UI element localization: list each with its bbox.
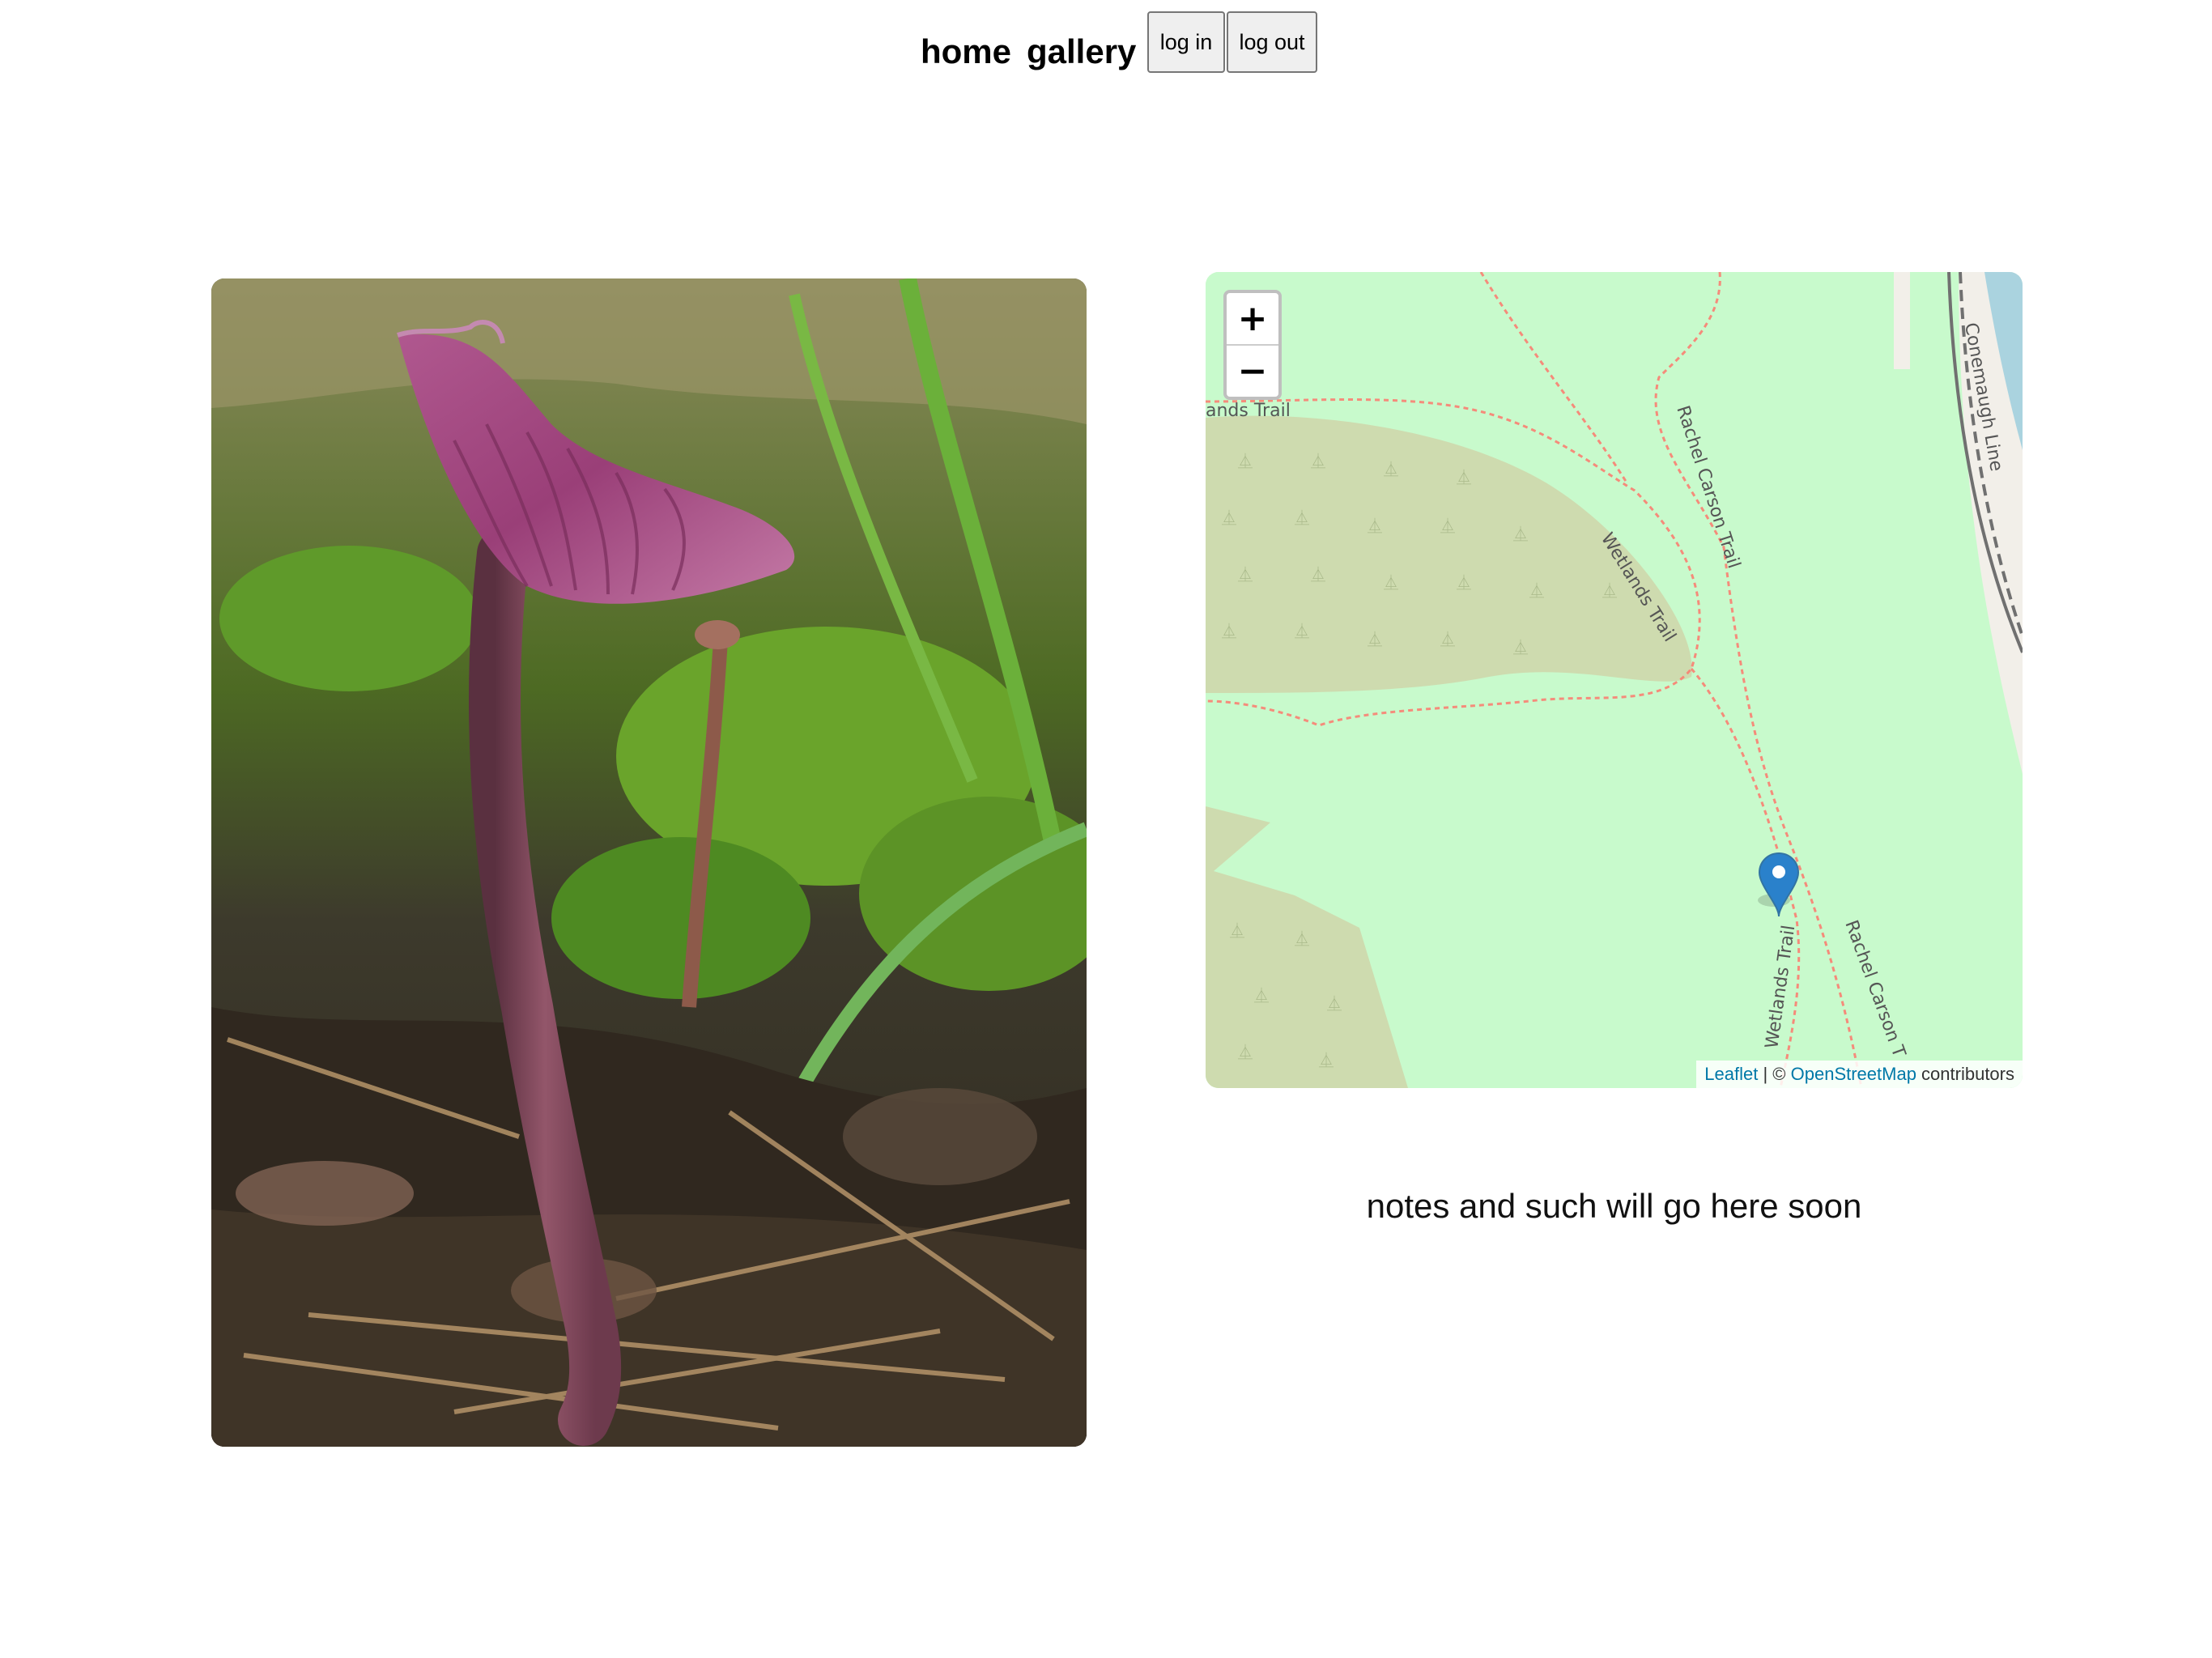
- attribution-separator: | ©: [1758, 1064, 1791, 1084]
- svg-text:⏅: ⏅: [1222, 509, 1236, 527]
- mushroom-photo: [211, 278, 1087, 1447]
- svg-text:⏅: ⏅: [1457, 574, 1471, 592]
- map-tiles[interactable]: ⏅ ⏅ ⏅ ⏅ ⏅ ⏅ ⏅ ⏅ ⏅ ⏅ ⏅ ⏅ ⏅ ⏅ ⏅ ⏅ ⏅ ⏅ ⏅ ⏅ ⏅ ⏅ ⏅ ⏅ ⏅ ⏅ ands Trai…: [1206, 272, 2023, 1088]
- svg-text:⏅: ⏅: [1384, 574, 1398, 592]
- svg-text:⏅: ⏅: [1368, 631, 1382, 648]
- svg-text:⏅: ⏅: [1513, 525, 1528, 543]
- map-label-top-left: ands Trail: [1206, 401, 1291, 421]
- zoom-control: + −: [1223, 290, 1282, 400]
- zoom-out-button[interactable]: −: [1227, 346, 1278, 397]
- map-attribution: Leaflet | © OpenStreetMap contributors: [1696, 1061, 2023, 1088]
- top-nav: home gallery log in log out: [0, 11, 2212, 76]
- svg-text:⏅: ⏅: [1222, 623, 1236, 640]
- mushroom-photo-image: [211, 278, 1087, 1447]
- svg-text:⏅: ⏅: [1440, 517, 1455, 535]
- zoom-in-button[interactable]: +: [1227, 293, 1278, 346]
- svg-text:⏅: ⏅: [1238, 566, 1253, 584]
- svg-text:⏅: ⏅: [1238, 453, 1253, 470]
- svg-text:⏅: ⏅: [1384, 461, 1398, 478]
- svg-text:⏅: ⏅: [1327, 995, 1342, 1013]
- svg-text:⏅: ⏅: [1254, 987, 1269, 1005]
- openstreetmap-link[interactable]: OpenStreetMap: [1791, 1064, 1916, 1084]
- svg-text:⏅: ⏅: [1295, 623, 1309, 640]
- svg-text:⏅: ⏅: [1368, 517, 1382, 535]
- svg-text:⏅: ⏅: [1311, 453, 1325, 470]
- location-map[interactable]: ⏅ ⏅ ⏅ ⏅ ⏅ ⏅ ⏅ ⏅ ⏅ ⏅ ⏅ ⏅ ⏅ ⏅ ⏅ ⏅ ⏅ ⏅ ⏅ ⏅ ⏅ ⏅ ⏅ ⏅ ⏅ ⏅ ands Trai…: [1206, 272, 2023, 1088]
- nav-gallery-link[interactable]: gallery: [1027, 19, 1136, 84]
- leaflet-link[interactable]: Leaflet: [1704, 1064, 1758, 1084]
- attribution-suffix: contributors: [1916, 1064, 2014, 1084]
- svg-text:⏅: ⏅: [1230, 922, 1244, 940]
- svg-text:⏅: ⏅: [1319, 1052, 1334, 1069]
- svg-text:⏅: ⏅: [1602, 582, 1617, 600]
- log-out-button[interactable]: log out: [1227, 11, 1317, 73]
- svg-text:⏅: ⏅: [1311, 566, 1325, 584]
- log-in-button[interactable]: log in: [1147, 11, 1225, 73]
- notes-text: notes and such will go here soon: [1366, 1187, 1862, 1225]
- svg-text:⏅: ⏅: [1457, 469, 1471, 487]
- svg-text:⏅: ⏅: [1529, 582, 1544, 600]
- svg-text:⏅: ⏅: [1295, 509, 1309, 527]
- svg-text:⏅: ⏅: [1440, 631, 1455, 648]
- nav-home-link[interactable]: home: [921, 19, 1011, 84]
- svg-text:⏅: ⏅: [1238, 1044, 1253, 1061]
- svg-text:⏅: ⏅: [1295, 930, 1309, 948]
- svg-text:⏅: ⏅: [1513, 639, 1528, 657]
